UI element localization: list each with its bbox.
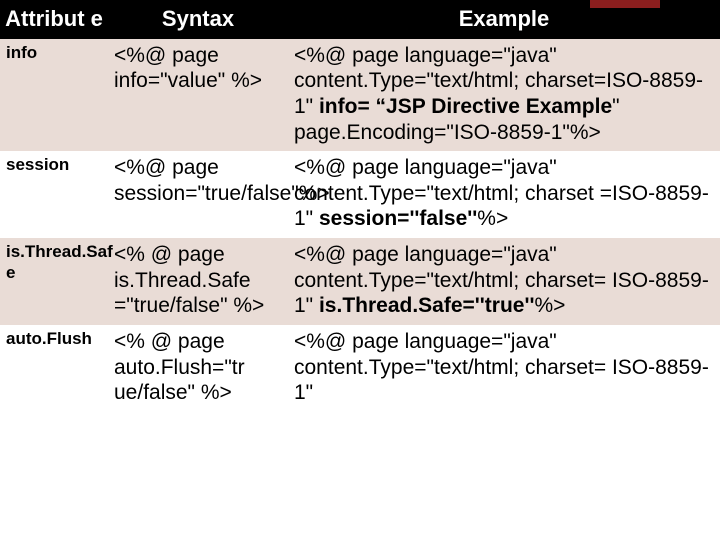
header-syntax: Syntax <box>108 0 288 39</box>
cell-example: <%@ page language="java" content.Type="t… <box>288 151 720 238</box>
table-row: auto.Flush <% @ page auto.Flush="tr ue/f… <box>0 325 720 412</box>
cell-example: <%@ page language="java" content.Type="t… <box>288 238 720 325</box>
table-row: is.Thread.Saf e <% @ page is.Thread.Safe… <box>0 238 720 325</box>
table-row: session <%@ page session="true/false"%> … <box>0 151 720 238</box>
cell-syntax: <% @ page is.Thread.Safe ="true/false" %… <box>108 238 288 325</box>
cell-attribute: is.Thread.Saf e <box>0 238 108 325</box>
cell-example: <%@ page language="java" content.Type="t… <box>288 325 720 412</box>
attributes-table: Attribut e Syntax Example info <%@ page … <box>0 0 720 412</box>
accent-tab <box>590 0 660 8</box>
cell-attribute: session <box>0 151 108 238</box>
cell-syntax: <% @ page auto.Flush="tr ue/false" %> <box>108 325 288 412</box>
header-attribute: Attribut e <box>0 0 108 39</box>
cell-attribute: info <box>0 39 108 151</box>
cell-example: <%@ page language="java" content.Type="t… <box>288 39 720 151</box>
cell-syntax: <%@ page info="value" %> <box>108 39 288 151</box>
cell-syntax: <%@ page session="true/false"%> <box>108 151 288 238</box>
table-row: info <%@ page info="value" %> <%@ page l… <box>0 39 720 151</box>
cell-attribute: auto.Flush <box>0 325 108 412</box>
